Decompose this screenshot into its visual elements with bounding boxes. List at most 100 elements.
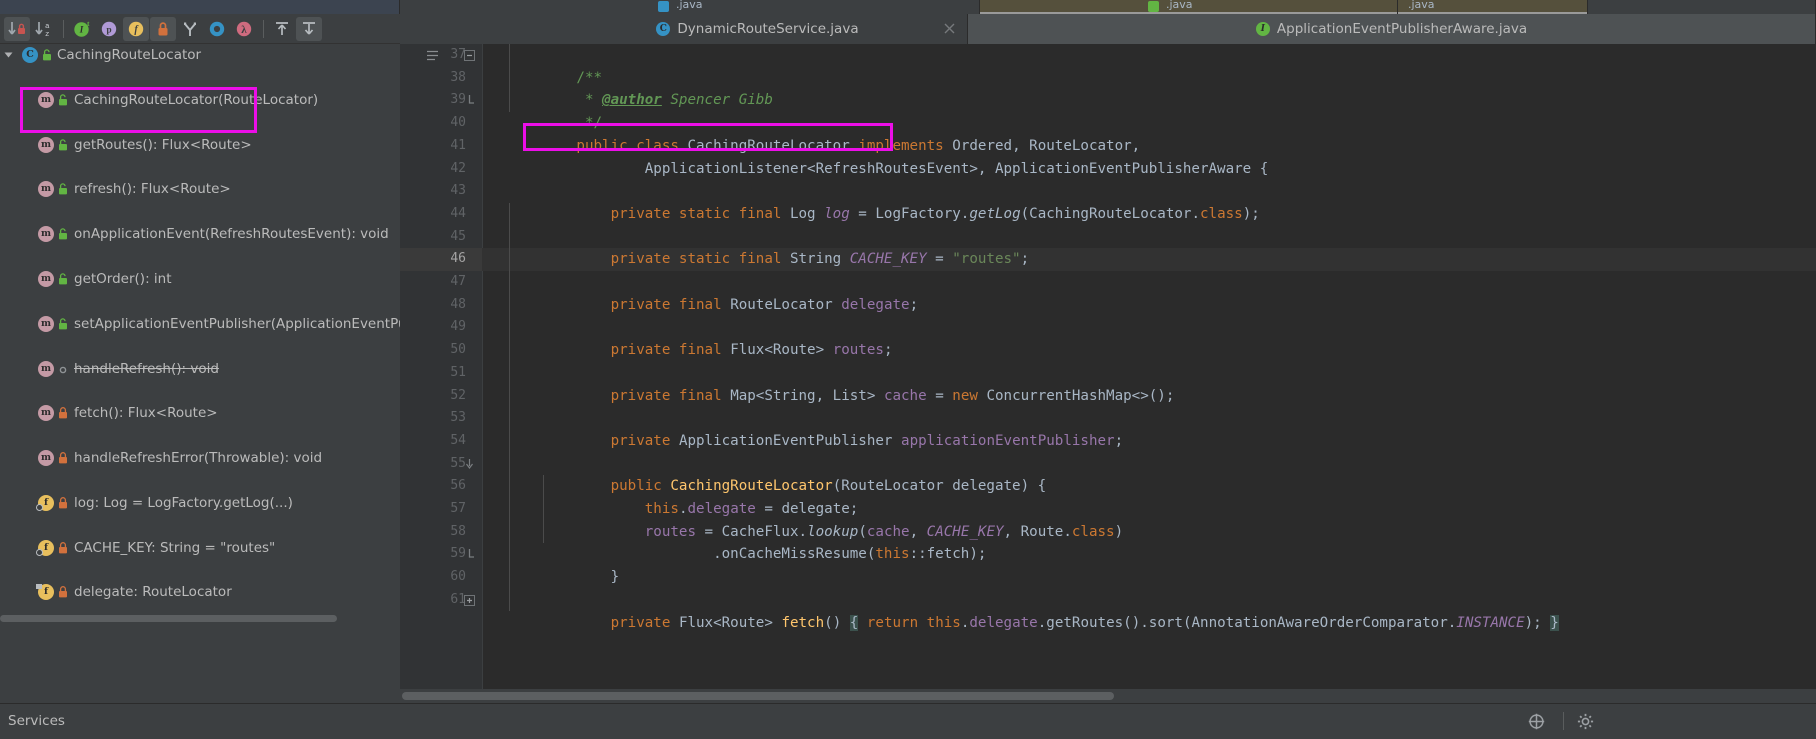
expander-arrow-icon[interactable] [4, 52, 13, 58]
code-line: * @author Spencer Gibb [491, 67, 773, 108]
scrollbar-thumb[interactable] [402, 692, 1114, 700]
intellij-window: .java .java .java a z I t p f λ C Cachin… [0, 0, 1816, 739]
lambda-icon: λ [236, 21, 252, 36]
line-number: 57 [450, 501, 466, 516]
tree-item-method[interactable]: m onApplicationEvent(RefreshRoutesEvent)… [0, 223, 400, 245]
tree-item-static-field[interactable]: f log: Log = LogFactory.getLog(...) [0, 492, 400, 514]
show-non-public-button[interactable] [150, 16, 176, 41]
structure-horizontal-scrollbar[interactable] [0, 614, 400, 623]
code-token: getLog [969, 205, 1021, 222]
tree-item-method-deprecated[interactable]: m handleRefresh(): void [0, 358, 400, 380]
tree-item-method[interactable]: m CachingRouteLocator(RouteLocator) [0, 89, 400, 111]
strip-segment-c[interactable]: .java [1398, 0, 1588, 14]
sort-alphabetical-icon: a z [35, 21, 50, 38]
code-line: public class CachingRouteLocator impleme… [491, 112, 1140, 154]
code-viewport[interactable]: 37 38 39 40 41 42 43 44 45 46 47 48 49 5… [400, 44, 1816, 703]
code-token: Log [789, 205, 825, 222]
tree-item-field[interactable]: f delegate: RouteLocator [0, 581, 400, 603]
code-token: routes [832, 342, 884, 359]
tree-item-method[interactable]: m handleRefreshError(Throwable): void [0, 447, 400, 469]
gutter-line: 40 [400, 112, 482, 135]
show-lambdas-button[interactable]: λ [231, 17, 257, 41]
fold-open-icon[interactable] [464, 458, 475, 470]
strip-segment-d[interactable] [1588, 0, 1816, 14]
editor-horizontal-scrollbar[interactable] [0, 689, 1816, 703]
code-token: ; [1020, 251, 1030, 268]
gutter-line: 43 [400, 180, 482, 203]
gutter-line: 45 [400, 226, 482, 249]
code-line: private Flux<Route> fetch() { return thi… [491, 589, 1559, 631]
services-tool-window-button[interactable]: Services [8, 713, 65, 729]
top-tab-strip: .java .java .java [0, 0, 1816, 14]
line-number: 49 [450, 319, 466, 335]
fold-collapsed-icon[interactable] [464, 594, 475, 606]
code-token: private [610, 614, 679, 631]
code-token: Flux<Route> [730, 342, 833, 359]
show-fields-button[interactable]: f [123, 16, 149, 41]
code-line: private static final String CACHE_KEY = … [491, 226, 1030, 267]
close-icon[interactable] [944, 23, 955, 34]
code-token: ) [1114, 523, 1124, 540]
crosshair-inspection-icon[interactable] [1528, 713, 1545, 730]
line-number: 58 [450, 523, 466, 539]
code-token: ); [1524, 614, 1551, 631]
method-icon: m [38, 360, 54, 377]
tree-item-method[interactable]: m refresh(): Flux<Route> [0, 178, 400, 200]
fold-open-icon[interactable] [464, 50, 475, 61]
strip-segment-a[interactable]: .java [400, 0, 980, 14]
code-line: } [491, 543, 620, 585]
strip-segment-b[interactable]: .java [980, 0, 1398, 14]
tree-item-method[interactable]: m setApplicationEventPublisher(Applicati… [0, 313, 400, 335]
method-icon: m [38, 450, 54, 467]
sort-by-visibility-button[interactable] [4, 16, 30, 41]
show-anonymous-classes-button[interactable] [204, 17, 230, 41]
gutter-line: 55 [400, 453, 482, 476]
tree-item-label: refresh(): Flux<Route> [74, 181, 231, 198]
structure-tree[interactable]: C CachingRouteLocator m CachingRouteLoca… [0, 44, 400, 619]
gutter-line: 58 [400, 521, 482, 544]
fold-end-icon[interactable] [464, 95, 475, 106]
code-token: ::fetch); [909, 546, 987, 563]
expand-all-button[interactable] [269, 17, 295, 41]
code-text[interactable]: /** * @author Spencer Gibb */ public cla… [482, 44, 1816, 703]
code-token: Map<String, List> [730, 387, 884, 404]
gutter-line: 60 [400, 566, 482, 589]
code-token: = [926, 251, 953, 268]
static-marker-icon [36, 548, 43, 556]
tab-dynamicrouteservice[interactable]: C DynamicRouteService.java [548, 14, 968, 44]
collapse-all-icon [303, 21, 315, 35]
strip-segment-left[interactable] [0, 0, 400, 14]
line-number: 43 [450, 183, 466, 199]
scrollbar-thumb[interactable] [0, 615, 337, 622]
sort-alphabetically-button[interactable]: a z [31, 17, 57, 41]
group-by-implementation-button[interactable] [177, 17, 203, 41]
show-inherited-button[interactable]: I t [69, 17, 95, 41]
code-token: Spencer Gibb [661, 92, 773, 109]
tree-item-method[interactable]: m getOrder(): int [0, 268, 400, 290]
javadoc-marker-icon [427, 50, 438, 61]
method-icon: m [38, 91, 54, 108]
gutter-line: 44 [400, 203, 482, 226]
gear-settings-icon[interactable] [1577, 713, 1594, 730]
collapse-all-button[interactable] [296, 16, 322, 41]
tree-item-method[interactable]: m getRoutes(): Flux<Route> [0, 134, 400, 156]
fold-end-icon[interactable] [464, 549, 475, 560]
tab-applicationeventpublisheraware[interactable]: I ApplicationEventPublisherAware.java [968, 14, 1816, 44]
hierarchy-icon [184, 22, 196, 36]
tree-item-class[interactable]: C CachingRouteLocator [0, 44, 400, 66]
tree-item-method[interactable]: m fetch(): Flux<Route> [0, 402, 400, 424]
public-lock-icon [59, 138, 67, 150]
code-line: private final RouteLocator delegate; [491, 271, 919, 313]
tree-item-label: CachingRouteLocator(RouteLocator) [74, 91, 319, 108]
code-token: private final [610, 387, 731, 404]
tree-item-static-field[interactable]: f CACHE_KEY: String = "routes" [0, 537, 400, 559]
code-token: , Route. [1003, 523, 1072, 540]
class-icon [1148, 1, 1159, 12]
line-number: 54 [450, 432, 466, 448]
show-properties-button[interactable]: p [96, 17, 122, 41]
public-lock-icon [59, 273, 67, 285]
private-lock-icon [59, 452, 67, 464]
